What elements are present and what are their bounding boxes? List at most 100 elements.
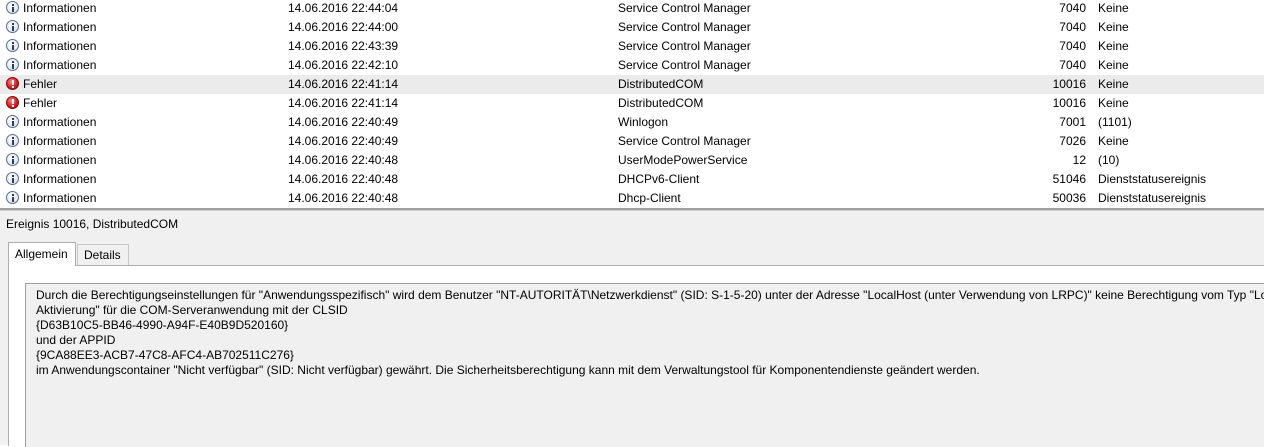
error-icon <box>6 96 19 109</box>
info-icon <box>6 20 19 33</box>
tab-general[interactable]: Allgemein <box>8 242 76 266</box>
info-icon <box>6 134 19 147</box>
tab-general-panel: Durch die Berechtigungseinstellungen für… <box>8 265 1264 447</box>
table-row[interactable]: Informationen 14.06.2016 22:40:48 UserMode… <box>0 151 1264 170</box>
info-icon <box>6 58 19 71</box>
date-cell: 14.06.2016 22:40:48 <box>288 191 399 205</box>
event-id-cell: 7001 <box>1059 115 1086 129</box>
task-category-cell: Keine <box>1098 96 1129 110</box>
event-description[interactable]: Durch die Berechtigungseinstellungen für… <box>25 283 1264 447</box>
task-category-cell: Keine <box>1098 20 1129 34</box>
level-cell: Informationen <box>6 113 266 132</box>
event-list[interactable]: Informationen 14.06.2016 22:44:04 Service … <box>0 0 1264 208</box>
table-row[interactable]: Informationen 14.06.2016 22:40:49 Winlogon… <box>0 113 1264 132</box>
date-cell: 14.06.2016 22:42:10 <box>288 58 399 72</box>
source-cell: DistributedCOM <box>618 96 704 110</box>
task-category-cell: (10) <box>1098 153 1120 167</box>
description-line: Aktivierung" für die COM-Serveranwendung… <box>36 303 348 317</box>
table-row[interactable]: Fehler 14.06.2016 22:41:14 DistributedCOM 1… <box>0 75 1264 94</box>
date-cell: 14.06.2016 22:41:14 <box>288 96 399 110</box>
info-icon <box>6 115 19 128</box>
level-cell: Fehler <box>6 94 266 113</box>
level-text: Informationen <box>23 115 97 129</box>
date-cell: 14.06.2016 22:41:14 <box>288 77 399 91</box>
source-cell: Service Control Manager <box>618 134 751 148</box>
level-text: Fehler <box>23 77 58 91</box>
event-id-cell: 10016 <box>1052 96 1086 110</box>
event-id-cell: 7040 <box>1059 1 1086 15</box>
error-icon <box>6 77 19 90</box>
info-icon <box>6 153 19 166</box>
source-cell: DistributedCOM <box>618 77 704 91</box>
event-id-cell: 10016 <box>1052 77 1086 91</box>
event-id-cell: 7026 <box>1059 134 1086 148</box>
task-category-cell: (1101) <box>1098 115 1132 129</box>
event-id-cell: 12 <box>1072 153 1086 167</box>
level-text: Fehler <box>23 96 58 110</box>
source-cell: Service Control Manager <box>618 20 751 34</box>
table-row[interactable]: Informationen 14.06.2016 22:40:48 Dhcp-Cli… <box>0 189 1264 208</box>
level-cell: Fehler <box>6 75 266 94</box>
level-cell: Informationen <box>6 189 266 208</box>
source-cell: Dhcp-Client <box>618 191 681 205</box>
description-line: Durch die Berechtigungseinstellungen für… <box>36 288 1264 302</box>
date-cell: 14.06.2016 22:40:48 <box>288 172 399 186</box>
task-category-cell: Dienststatusereignis <box>1098 172 1207 186</box>
level-text: Informationen <box>23 172 97 186</box>
event-id-cell: 51046 <box>1052 172 1086 186</box>
level-text: Informationen <box>23 20 97 34</box>
table-row[interactable]: Fehler 14.06.2016 22:41:14 DistributedCOM 1… <box>0 94 1264 113</box>
table-row[interactable]: Informationen 14.06.2016 22:40:48 DHCPv6-C… <box>0 170 1264 189</box>
level-cell: Informationen <box>6 151 266 170</box>
event-id-cell: 50036 <box>1052 191 1086 205</box>
level-text: Informationen <box>23 58 97 72</box>
event-id-cell: 7040 <box>1059 20 1086 34</box>
description-line: {9CA88EE3-ACB7-47C8-AFC4-AB702511C276} <box>36 348 294 362</box>
info-icon <box>6 39 19 52</box>
info-icon <box>6 172 19 185</box>
source-cell: DHCPv6-Client <box>618 172 700 186</box>
event-id-cell: 7040 <box>1059 39 1086 53</box>
info-icon <box>6 191 19 204</box>
table-row[interactable]: Informationen 14.06.2016 22:40:49 Service … <box>0 132 1264 151</box>
level-cell: Informationen <box>6 170 266 189</box>
task-category-cell: Keine <box>1098 134 1129 148</box>
source-cell: Winlogon <box>618 115 669 129</box>
detail-tabstrip: Allgemein Details <box>8 242 1264 266</box>
table-row[interactable]: Informationen 14.06.2016 22:42:10 Service … <box>0 56 1264 75</box>
table-row[interactable]: Informationen 14.06.2016 22:44:04 Service … <box>0 0 1264 18</box>
level-cell: Informationen <box>6 0 266 18</box>
date-cell: 14.06.2016 22:44:04 <box>288 1 399 15</box>
level-text: Informationen <box>23 134 97 148</box>
table-row[interactable]: Informationen 14.06.2016 22:43:39 Service … <box>0 37 1264 56</box>
description-line: im Anwendungscontainer "Nicht verfügbar"… <box>36 363 980 377</box>
task-category-cell: Keine <box>1098 58 1129 72</box>
description-line: und der APPID <box>36 333 116 347</box>
date-cell: 14.06.2016 22:40:49 <box>288 134 399 148</box>
date-cell: 14.06.2016 22:40:49 <box>288 115 399 129</box>
source-cell: Service Control Manager <box>618 1 751 15</box>
tab-details[interactable]: Details <box>77 244 129 265</box>
description-line: {D63B10C5-BB46-4990-A94F-E40B9D520160} <box>36 318 289 332</box>
level-cell: Informationen <box>6 132 266 151</box>
level-text: Informationen <box>23 1 97 15</box>
level-text: Informationen <box>23 39 97 53</box>
level-cell: Informationen <box>6 56 266 75</box>
date-cell: 14.06.2016 22:40:48 <box>288 153 399 167</box>
date-cell: 14.06.2016 22:43:39 <box>288 39 399 53</box>
level-text: Informationen <box>23 191 97 205</box>
source-cell: Service Control Manager <box>618 39 751 53</box>
event-detail-pane: Ereignis 10016, DistributedCOM Allgemein… <box>0 210 1264 447</box>
table-row[interactable]: Informationen 14.06.2016 22:44:00 Service … <box>0 18 1264 37</box>
task-category-cell: Keine <box>1098 1 1129 15</box>
event-detail-title: Ereignis 10016, DistributedCOM <box>6 217 179 231</box>
level-cell: Informationen <box>6 18 266 37</box>
task-category-cell: Dienststatusereignis <box>1098 191 1207 205</box>
level-text: Informationen <box>23 153 97 167</box>
date-cell: 14.06.2016 22:44:00 <box>288 20 399 34</box>
task-category-cell: Keine <box>1098 39 1129 53</box>
level-cell: Informationen <box>6 37 266 56</box>
event-id-cell: 7040 <box>1059 58 1086 72</box>
task-category-cell: Keine <box>1098 77 1129 91</box>
source-cell: Service Control Manager <box>618 58 751 72</box>
